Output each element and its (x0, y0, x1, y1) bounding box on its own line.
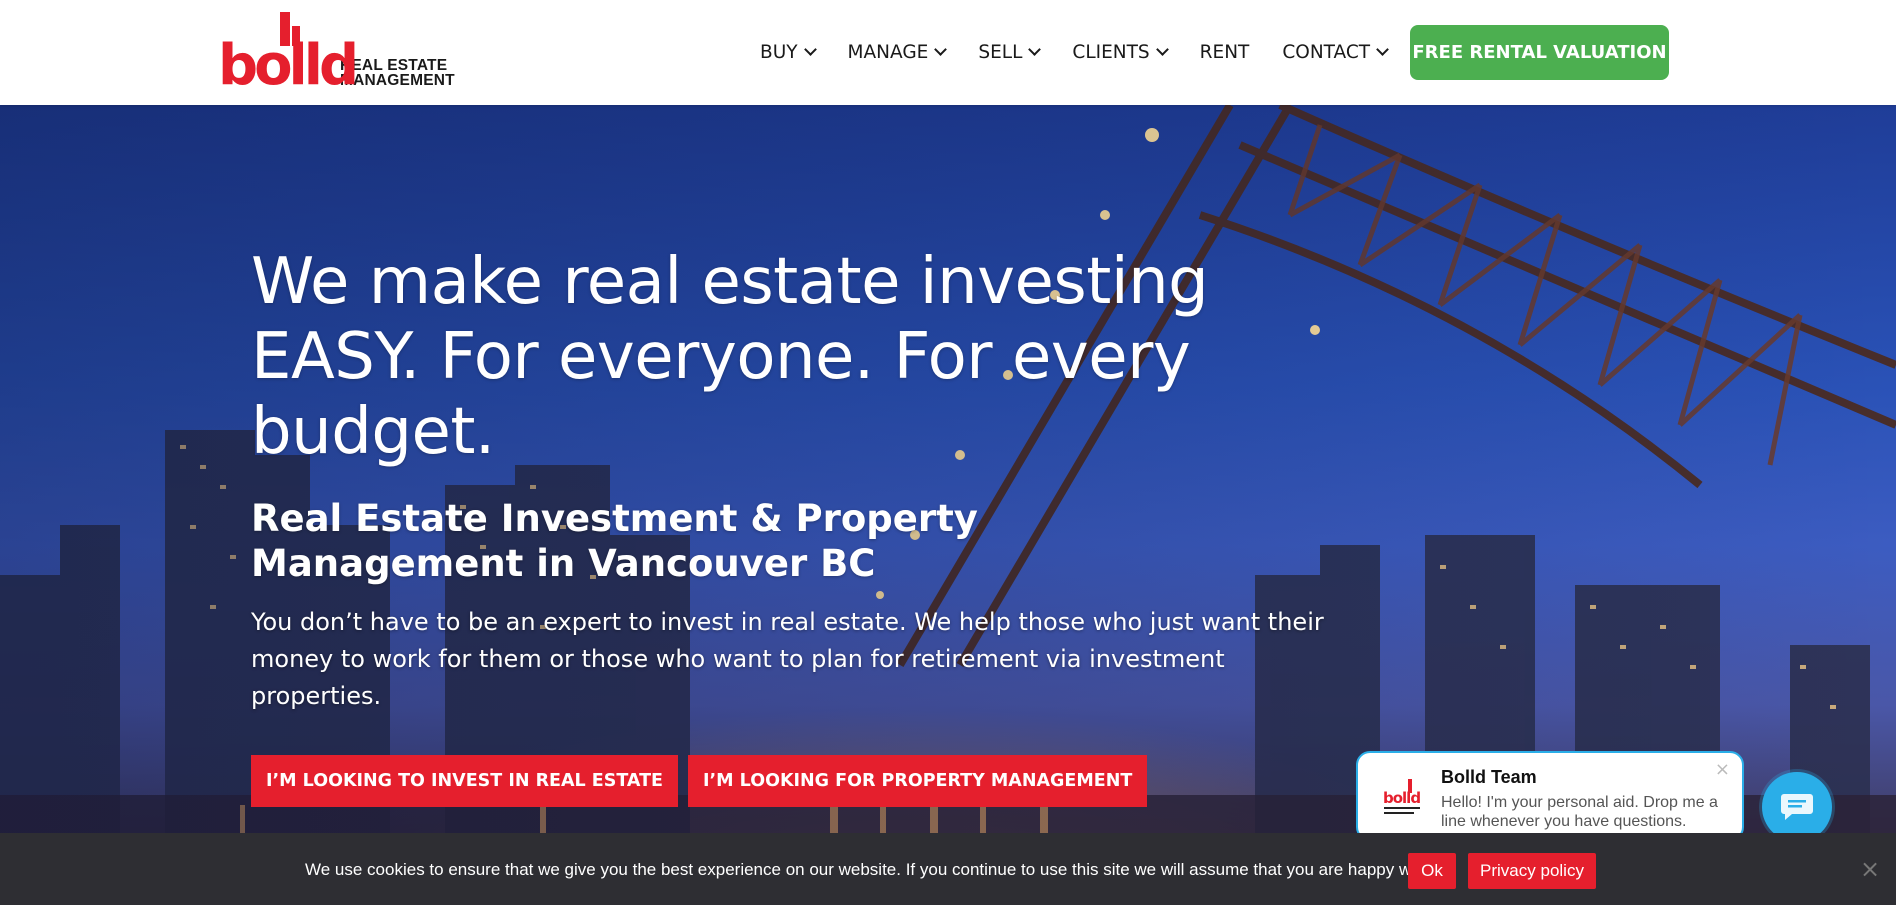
nav-item-label: RENT (1199, 41, 1250, 63)
nav-item-label: BUY (760, 41, 798, 63)
chevron-down-icon (1155, 43, 1169, 56)
hero-buttons: I’M LOOKING TO INVEST IN REAL ESTATE I’M… (251, 755, 1157, 807)
hero-subtitle: Real Estate Investment & Property Manage… (251, 497, 978, 585)
chat-agent-name: Bolld Team (1441, 767, 1537, 787)
bolld-logo[interactable]: bolld REAL ESTATE MANAGEMENT (218, 12, 458, 94)
free-rental-valuation-button[interactable]: FREE RENTAL VALUATION (1410, 25, 1669, 80)
main-nav: BUY MANAGE SELL CLIENTS RENT CONTACT (760, 30, 1420, 74)
hero-description: You don’t have to be an expert to invest… (251, 608, 1324, 710)
chat-bubble-glyph (1781, 794, 1813, 820)
chat-message: Hello! I'm your personal aid. Drop me a … (1441, 794, 1718, 830)
nav-item-clients[interactable]: CLIENTS (1072, 41, 1169, 63)
bolld-avatar-icon: bolld (1383, 779, 1421, 814)
logo-tagline-line1: REAL ESTATE (340, 57, 448, 74)
nav-item-buy[interactable]: BUY (760, 41, 817, 63)
nav-item-label: CLIENTS (1072, 41, 1150, 63)
property-management-button[interactable]: I’M LOOKING FOR PROPERTY MANAGEMENT (688, 755, 1148, 807)
site-header: bolld REAL ESTATE MANAGEMENT BUY MANAGE … (0, 0, 1896, 105)
svg-text:bolld: bolld (1383, 789, 1420, 807)
chevron-down-icon (934, 43, 948, 56)
cookie-message: We use cookies to ensure that we give yo… (305, 860, 1448, 879)
nav-item-label: MANAGE (847, 41, 929, 63)
logo-tagline: REAL ESTATE MANAGEMENT (340, 57, 455, 89)
chevron-down-icon (1028, 43, 1042, 56)
logo-mark: bolld (218, 12, 359, 94)
nav-item-sell[interactable]: SELL (978, 41, 1042, 63)
close-icon[interactable]: × (1715, 759, 1730, 780)
nav-item-label: CONTACT (1282, 41, 1371, 63)
close-icon[interactable]: × (1860, 855, 1880, 883)
chevron-down-icon (1376, 43, 1389, 56)
nav-item-manage[interactable]: MANAGE (847, 41, 948, 63)
logo-tagline-line2: MANAGEMENT (340, 72, 455, 89)
hero-content: We make real estate investing EASY. For … (251, 245, 1351, 715)
nav-item-contact[interactable]: CONTACT (1282, 41, 1389, 63)
chat-bubble-icon[interactable] (1762, 772, 1832, 842)
chevron-down-icon (803, 43, 817, 56)
chat-popup[interactable]: bolld Bolld Team Hello! I'm your persona… (1356, 751, 1744, 841)
nav-item-rent[interactable]: RENT (1200, 42, 1250, 63)
logo-word: bolld (218, 33, 359, 98)
cookie-consent-bar: We use cookies to ensure that we give yo… (0, 833, 1896, 905)
cookie-ok-button[interactable]: Ok (1408, 853, 1456, 889)
nav-item-label: SELL (978, 41, 1023, 63)
privacy-policy-button[interactable]: Privacy policy (1468, 853, 1596, 889)
hero-title: We make real estate investing EASY. For … (251, 245, 1209, 469)
invest-in-real-estate-button[interactable]: I’M LOOKING TO INVEST IN REAL ESTATE (251, 755, 678, 807)
